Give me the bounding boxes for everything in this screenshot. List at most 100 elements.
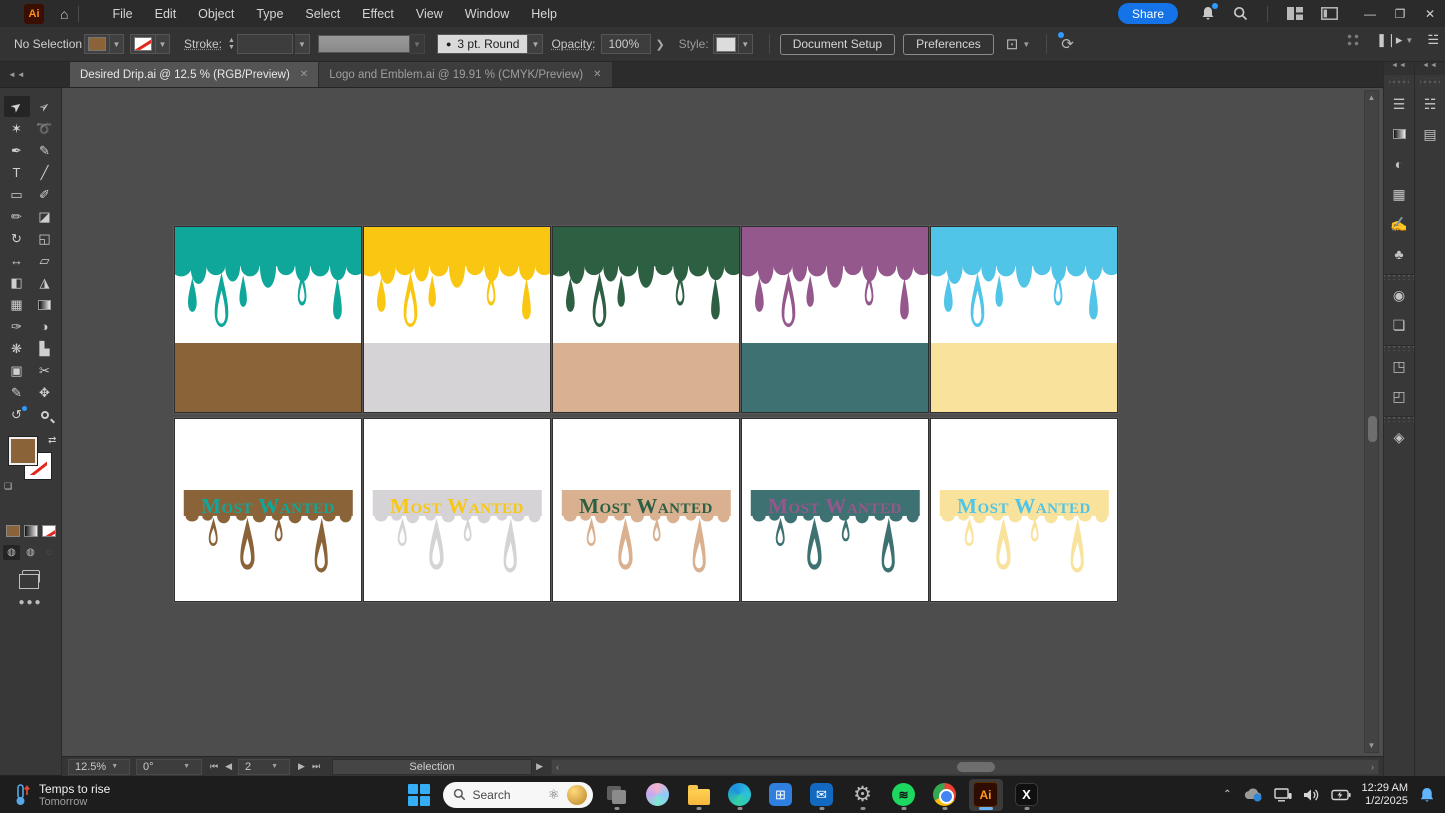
gradient-tool[interactable] bbox=[32, 294, 58, 315]
dock-collapse-icon[interactable]: ◄◄ bbox=[1384, 62, 1414, 75]
rotate-tool[interactable]: ↻ bbox=[4, 228, 30, 249]
artboard-tool[interactable]: ▣ bbox=[4, 360, 30, 381]
weather-widget[interactable]: Temps to rise Tomorrow bbox=[14, 782, 234, 808]
start-button[interactable] bbox=[402, 779, 436, 811]
notification-bell-icon[interactable] bbox=[1419, 787, 1435, 803]
taskbar-app-chrome[interactable] bbox=[928, 779, 962, 811]
variable-width-profile[interactable] bbox=[318, 35, 410, 53]
stroke-color-dropdown[interactable]: ▼ bbox=[130, 34, 170, 54]
taskbar-clock[interactable]: 12:29 AM 1/2/2025 bbox=[1362, 782, 1408, 808]
rectangle-tool[interactable]: ▭ bbox=[4, 184, 30, 205]
align-to-selection-icon[interactable]: ⊡ bbox=[1006, 35, 1019, 53]
rotate-view-tool[interactable]: ↺ bbox=[4, 404, 30, 425]
scroll-right-arrow[interactable]: › bbox=[1371, 762, 1374, 772]
share-button[interactable]: Share bbox=[1118, 3, 1178, 24]
export-panel-icon[interactable]: ◳ bbox=[1384, 351, 1414, 381]
pencil-tool[interactable]: ✎ bbox=[4, 382, 30, 403]
artboard-bottom-4[interactable]: Most Wanted bbox=[742, 419, 928, 601]
document-setup-button[interactable]: Document Setup bbox=[780, 34, 895, 55]
draw-normal-button[interactable]: ◍ bbox=[3, 545, 20, 560]
brush-definition-chevron[interactable]: ▼ bbox=[528, 34, 543, 54]
cloud-sync-icon[interactable]: ⟳ bbox=[1061, 35, 1074, 53]
artboard-top-4[interactable] bbox=[742, 227, 928, 412]
type-tool[interactable]: T bbox=[4, 162, 30, 183]
zoom-level-dropdown[interactable]: 12.5%▼ bbox=[68, 759, 130, 775]
scroll-left-arrow[interactable]: ‹ bbox=[556, 762, 559, 772]
preferences-button[interactable]: Preferences bbox=[903, 34, 994, 55]
adjustments-panel-icon[interactable]: ☵ bbox=[1415, 89, 1445, 119]
slice-tool[interactable]: ✂ bbox=[32, 360, 58, 381]
gradient-panel-icon[interactable] bbox=[1384, 119, 1414, 149]
column-graph-tool[interactable]: ▙ bbox=[32, 338, 58, 359]
direct-selection-tool[interactable]: ➢ bbox=[32, 96, 58, 117]
menu-object[interactable]: Object bbox=[187, 7, 245, 21]
opacity-field[interactable]: 100% bbox=[601, 34, 651, 54]
stroke-weight-field[interactable] bbox=[237, 34, 293, 54]
artboard-top-3[interactable] bbox=[553, 227, 739, 412]
artboard-bottom-5[interactable]: Most Wanted bbox=[931, 419, 1117, 601]
taskbar-app-capcut[interactable]: X bbox=[1010, 779, 1044, 811]
scale-tool[interactable]: ◱ bbox=[32, 228, 58, 249]
dock-grip[interactable] bbox=[1420, 78, 1440, 86]
gradient-mode-button[interactable] bbox=[24, 525, 38, 537]
tab-logo-and-emblem[interactable]: Logo and Emblem.ai @ 19.91 % (CMYK/Previ… bbox=[319, 62, 611, 87]
taskbar-search[interactable]: Search ⚛ bbox=[443, 782, 593, 808]
last-artboard-button[interactable]: ⏭ bbox=[312, 761, 320, 772]
taskbar-app-illustrator[interactable]: Ai bbox=[969, 779, 1003, 811]
artboard-top-1[interactable] bbox=[175, 227, 361, 412]
taskbar-app-outlook[interactable]: ✉ bbox=[805, 779, 839, 811]
document-layout-icon[interactable] bbox=[1321, 7, 1338, 20]
arrange-documents-icon[interactable] bbox=[1287, 7, 1303, 20]
fill-proxy-swatch[interactable] bbox=[9, 437, 37, 465]
pathfinder-panel-icon[interactable]: ❏ bbox=[1384, 310, 1414, 340]
artboard-bottom-3[interactable]: Most Wanted bbox=[553, 419, 739, 601]
screen-mode-button[interactable] bbox=[22, 570, 40, 583]
free-transform-tool[interactable]: ▱ bbox=[32, 250, 58, 271]
selection-tool[interactable]: ➤ bbox=[4, 96, 30, 117]
menu-help[interactable]: Help bbox=[520, 7, 568, 21]
artboards-panel-icon[interactable]: ◰ bbox=[1384, 381, 1414, 411]
menu-file[interactable]: File bbox=[101, 7, 143, 21]
width-profile-chevron[interactable]: ▼ bbox=[410, 34, 425, 54]
taskbar-app-spotify[interactable]: ≋ bbox=[887, 779, 921, 811]
default-fill-stroke-icon[interactable]: ❏ bbox=[4, 481, 12, 492]
opacity-label[interactable]: Opacity: bbox=[551, 37, 595, 51]
rotation-dropdown[interactable]: 0°▼ bbox=[136, 759, 202, 775]
status-expand-arrow[interactable]: ▶ bbox=[536, 761, 543, 772]
menu-effect[interactable]: Effect bbox=[351, 7, 405, 21]
first-artboard-button[interactable]: ⏮ bbox=[210, 761, 218, 772]
lasso-tool[interactable]: ➰ bbox=[32, 118, 58, 139]
menu-edit[interactable]: Edit bbox=[144, 7, 188, 21]
workspace-chevron[interactable]: ▼ bbox=[1405, 36, 1413, 45]
taskbar-app-edge[interactable] bbox=[723, 779, 757, 811]
artboard-number-dropdown[interactable]: 2▼ bbox=[238, 759, 290, 775]
blend-tool[interactable]: ◑ bbox=[32, 316, 58, 337]
symbols-panel-icon[interactable]: ♣ bbox=[1384, 239, 1414, 269]
brush-definition-dropdown[interactable]: ● 3 pt. Round bbox=[437, 34, 528, 54]
restore-button[interactable]: ❐ bbox=[1385, 3, 1415, 25]
canvas[interactable]: Most WantedMost WantedMost WantedMost Wa… bbox=[62, 88, 1383, 756]
artboard-top-5[interactable] bbox=[931, 227, 1117, 412]
draw-behind-button[interactable]: ◍ bbox=[22, 545, 39, 560]
draw-inside-button[interactable]: ◌ bbox=[41, 545, 58, 560]
toolbar-collapse-icon[interactable]: ◄◄ bbox=[0, 62, 70, 87]
artboard-top-2[interactable] bbox=[364, 227, 550, 412]
swatches-panel-icon[interactable]: ▦ bbox=[1384, 179, 1414, 209]
menu-window[interactable]: Window bbox=[454, 7, 520, 21]
search-icon[interactable] bbox=[1233, 6, 1248, 21]
graphic-style-dropdown[interactable]: ▼ bbox=[713, 34, 753, 54]
color-panel-icon[interactable]: ◉ bbox=[1384, 280, 1414, 310]
menu-select[interactable]: Select bbox=[294, 7, 351, 21]
paintbrush-tool[interactable]: ✐ bbox=[32, 184, 58, 205]
taskbar-app-task-view[interactable] bbox=[600, 779, 634, 811]
tab-close-icon[interactable]: ✕ bbox=[300, 69, 308, 80]
vertical-scrollbar[interactable]: ▲ ▼ bbox=[1364, 90, 1379, 753]
fill-color-dropdown[interactable]: ▼ bbox=[84, 34, 124, 54]
brushes-panel-icon[interactable]: ✍ bbox=[1384, 209, 1414, 239]
dock-collapse-icon[interactable]: ◄◄ bbox=[1415, 62, 1445, 75]
scroll-down-arrow[interactable]: ▼ bbox=[1368, 741, 1376, 750]
opacity-expand-arrow[interactable]: ❯ bbox=[655, 38, 664, 51]
tab-desired-drip[interactable]: Desired Drip.ai @ 12.5 % (RGB/Preview) ✕ bbox=[70, 62, 318, 87]
prev-artboard-button[interactable]: ◀ bbox=[225, 761, 232, 772]
vertical-scroll-thumb[interactable] bbox=[1368, 416, 1377, 442]
